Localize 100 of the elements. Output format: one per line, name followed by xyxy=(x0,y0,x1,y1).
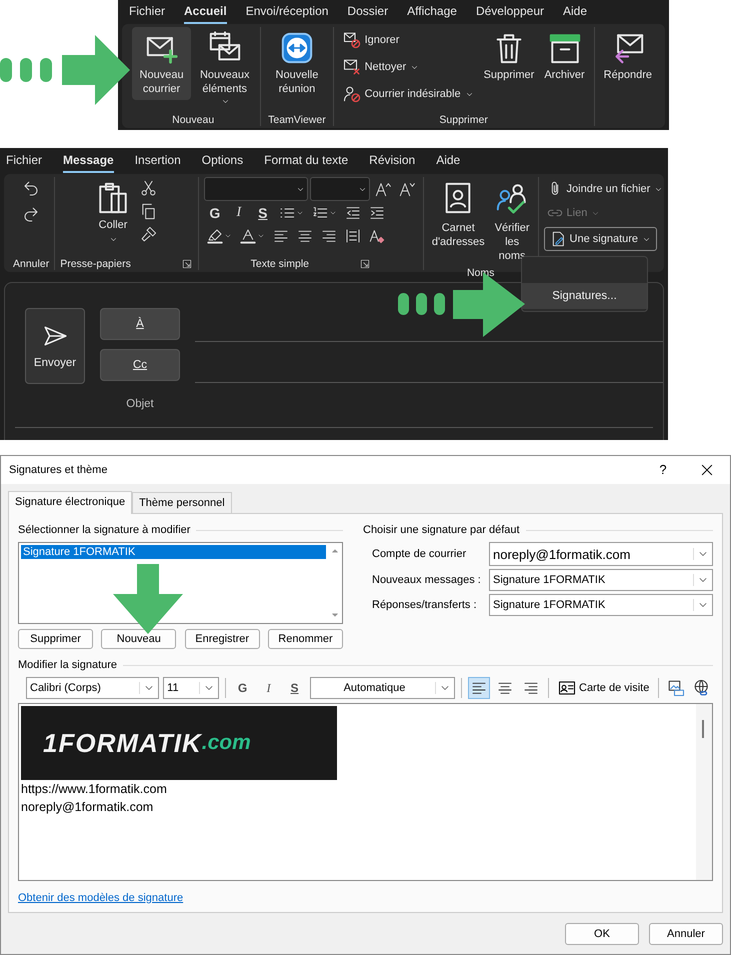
send-button[interactable]: Envoyer xyxy=(25,308,85,384)
ribbon-button[interactable]: Courrier indésirable xyxy=(340,83,477,105)
help-button[interactable]: ? xyxy=(654,462,672,478)
subject-label: Objet xyxy=(126,398,154,410)
caret-icon xyxy=(221,97,230,106)
ribbon-button[interactable]: Supprimer xyxy=(480,27,538,86)
section-title: Modifier la signature xyxy=(18,659,118,671)
dialog-button[interactable]: Nouveau xyxy=(101,629,176,649)
dialog-tab[interactable]: Thème personnel xyxy=(132,492,232,513)
ribbon-button[interactable]: Répondre xyxy=(600,27,655,86)
dialog-button[interactable]: Renommer xyxy=(268,629,343,649)
ribbon-button[interactable]: Ignorer xyxy=(340,29,477,51)
color-dropdown[interactable]: Automatique xyxy=(310,677,456,699)
paste-button[interactable]: Coller xyxy=(93,177,134,248)
format-button[interactable]: G xyxy=(232,677,254,699)
ribbon-button[interactable]: Archiver xyxy=(541,27,588,86)
list-item[interactable]: Signature 1FORMATIK xyxy=(21,545,326,559)
caret-icon xyxy=(224,232,232,240)
signature-editor[interactable]: 1FORMATIK.com https://www.1formatik.com noreply@1formatik.com xyxy=(18,703,713,881)
font-color-icon xyxy=(240,228,256,244)
to-button[interactable]: À xyxy=(100,308,180,340)
format-button[interactable]: I xyxy=(228,203,250,223)
format-button[interactable]: S xyxy=(284,677,306,699)
cc-button[interactable]: Cc xyxy=(100,349,180,381)
format-button[interactable]: G xyxy=(204,203,226,223)
size-dropdown[interactable]: 11 xyxy=(163,677,219,699)
dialog-button[interactable]: Enregistrer xyxy=(184,629,260,649)
ribbon-tab[interactable]: Dossier xyxy=(347,0,388,24)
caret-icon xyxy=(328,209,337,217)
dialog-button[interactable]: Supprimer xyxy=(18,629,93,649)
scissors-icon xyxy=(140,180,158,197)
brush-icon xyxy=(140,226,158,243)
section-title: Sélectionner la signature à modifier xyxy=(18,524,190,536)
align-button[interactable] xyxy=(468,677,490,699)
indent-icon xyxy=(368,205,385,221)
person-block-icon xyxy=(342,85,361,103)
ribbon-button[interactable]: Nouvelle réunion xyxy=(267,27,327,100)
clear-format-icon xyxy=(368,228,385,244)
ribbon-button[interactable]: Joindre un fichier xyxy=(544,179,666,199)
templates-link[interactable]: Obtenir des modèles de signature xyxy=(18,892,184,904)
align-left-icon xyxy=(272,228,289,244)
align-right-icon xyxy=(523,680,540,696)
launcher-button[interactable] xyxy=(359,258,371,270)
outdent-icon xyxy=(344,205,361,221)
ribbon-button[interactable]: Nouveaux éléments xyxy=(195,27,254,114)
group-label: Annuler xyxy=(13,258,50,270)
ribbon-button[interactable]: Nettoyer xyxy=(340,56,477,78)
highlighter-icon xyxy=(206,228,223,244)
dialog-title: Signatures et thème xyxy=(9,464,108,476)
close-icon xyxy=(699,462,715,478)
group-label: TeamViewer xyxy=(268,114,326,126)
font-shrink-icon xyxy=(398,181,415,197)
dialog-launcher-icon xyxy=(182,259,192,269)
ribbon-tab[interactable]: Aide xyxy=(562,0,588,24)
ribbon-tab[interactable]: Insertion xyxy=(134,149,181,173)
justify-icon xyxy=(344,228,361,244)
field-label: Compte de courrier xyxy=(372,548,466,560)
menu-item[interactable]: Signatures... xyxy=(522,283,647,309)
ribbon-tab[interactable]: Options xyxy=(202,149,244,173)
ribbon-button[interactable]: Une signature xyxy=(544,227,658,251)
font-dropdown[interactable]: Calibri (Corps) xyxy=(26,677,160,699)
scrollbar[interactable] xyxy=(696,704,712,880)
align-left-icon xyxy=(471,680,488,696)
copy-icon xyxy=(140,203,158,220)
align-right-icon xyxy=(320,228,337,244)
launcher-button[interactable] xyxy=(180,258,193,270)
signature-list[interactable]: Signature 1FORMATIK xyxy=(18,542,343,624)
dialog-launcher-icon xyxy=(360,259,370,269)
redo-icon xyxy=(22,206,40,224)
ribbon-tab[interactable]: Révision xyxy=(369,149,416,173)
dialog-button[interactable]: OK xyxy=(565,923,639,945)
ribbon-button[interactable]: Nouveau courrier xyxy=(132,27,192,100)
signature-dropdown[interactable]: noreply@1formatik.com xyxy=(489,542,713,566)
ribbon-tab[interactable]: Affichage xyxy=(407,0,457,24)
ribbon-tab[interactable]: Développeur xyxy=(476,0,544,24)
dialog-tab[interactable]: Signature électronique xyxy=(8,491,132,514)
format-button[interactable]: S xyxy=(252,203,274,223)
caret-icon xyxy=(296,209,304,217)
ribbon-tab[interactable]: Fichier xyxy=(129,0,166,24)
ribbon-tab[interactable]: Aide xyxy=(436,149,460,173)
dialog-button[interactable]: Annuler xyxy=(649,923,723,945)
caret-icon xyxy=(256,232,265,240)
ribbon-tab[interactable]: Fichier xyxy=(6,149,42,173)
signature-text: noreply@1formatik.com xyxy=(21,799,154,816)
ribbon-tab[interactable]: Format du texte xyxy=(264,149,348,173)
ribbon-button[interactable]: Carnet d'adresses xyxy=(428,177,488,253)
group-label: Presse-papiers xyxy=(60,258,131,270)
caret-icon xyxy=(108,235,118,244)
signature-dropdown[interactable]: Signature 1FORMATIK xyxy=(489,569,713,591)
logo-banner: 1FORMATIK.com xyxy=(21,706,337,780)
signature-dropdown[interactable]: Signature 1FORMATIK xyxy=(489,594,713,616)
format-button[interactable]: I xyxy=(258,677,280,699)
signature-text: https://www.1formatik.com xyxy=(21,781,168,798)
group-label: Noms xyxy=(466,267,494,279)
ribbon-tab[interactable]: Envoi/réception xyxy=(246,0,328,24)
business-card-button[interactable]: Carte de visite xyxy=(555,677,652,699)
contact-card-icon xyxy=(558,679,576,697)
field-label: Nouveaux messages : xyxy=(372,574,481,586)
font-grow-icon xyxy=(374,181,391,197)
pointer-arrow-drawing xyxy=(113,564,183,634)
